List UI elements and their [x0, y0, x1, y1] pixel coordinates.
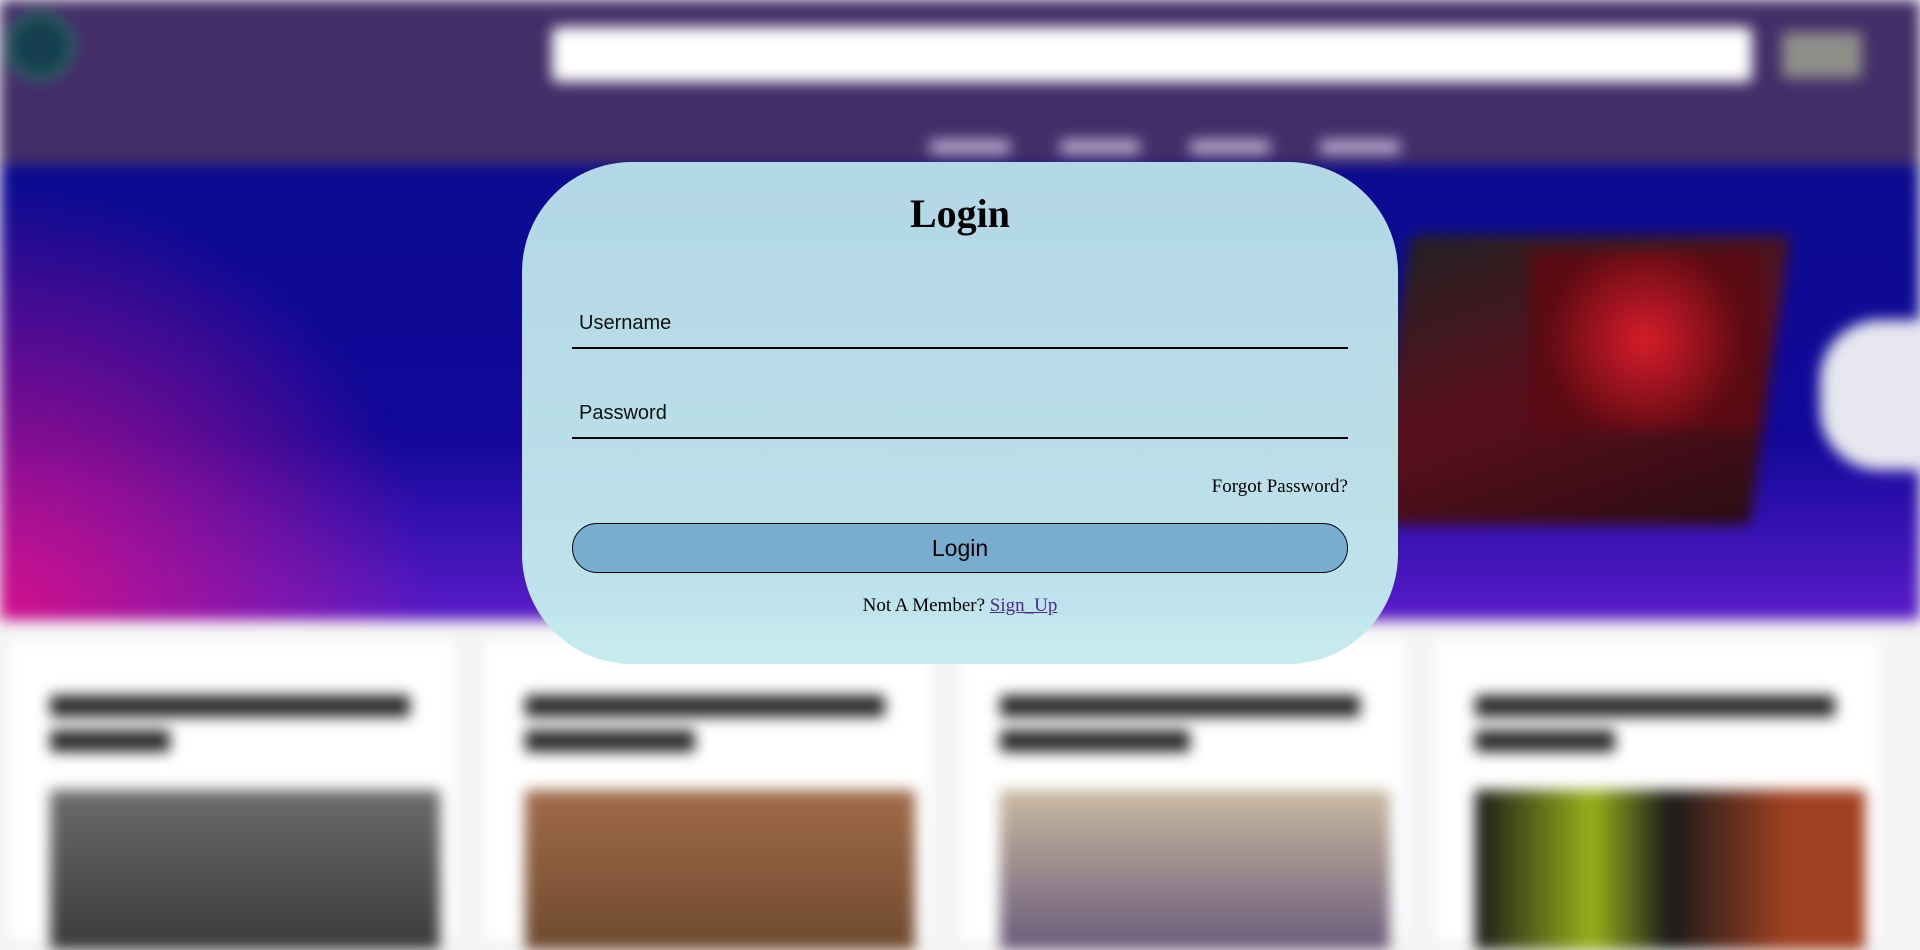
- card-image: [50, 790, 440, 950]
- laptop-screen: [1530, 250, 1760, 430]
- logo-icon: [6, 12, 74, 80]
- password-input[interactable]: [572, 389, 1348, 439]
- card-title: [1000, 695, 1360, 717]
- nav-item: [1320, 140, 1400, 154]
- login-title: Login: [909, 191, 1011, 236]
- card-title: [525, 695, 885, 717]
- card-title: [50, 730, 170, 752]
- article-card: [960, 640, 1405, 950]
- username-input[interactable]: [572, 299, 1348, 349]
- card-image: [525, 790, 915, 950]
- nav-item: [930, 140, 1010, 154]
- article-card: [1435, 640, 1880, 950]
- article-card: [10, 640, 455, 950]
- search-button: [1782, 32, 1862, 78]
- gamepad-image: [1820, 320, 1920, 470]
- not-member-text: Not A Member?: [862, 595, 986, 616]
- login-button[interactable]: Login: [572, 523, 1348, 573]
- sign-up-link[interactable]: Sign_Up: [990, 595, 1058, 616]
- forgot-password-link[interactable]: Forgot Password?: [1212, 476, 1348, 498]
- card-title: [50, 695, 410, 717]
- card-image: [1000, 790, 1390, 950]
- card-image: [1475, 790, 1865, 950]
- search-bar: [552, 27, 1752, 82]
- login-modal: Login Forgot Password? Login Not A Membe…: [522, 162, 1398, 664]
- nav-menu: [930, 140, 1400, 154]
- nav-item: [1190, 140, 1270, 154]
- card-title: [525, 730, 695, 752]
- card-title: [1000, 730, 1190, 752]
- card-title: [1475, 730, 1615, 752]
- article-card: [485, 640, 930, 950]
- signup-row: Not A Member? Sign_Up: [522, 595, 1398, 617]
- nav-item: [1060, 140, 1140, 154]
- site-header: [0, 0, 1920, 165]
- card-title: [1475, 695, 1835, 717]
